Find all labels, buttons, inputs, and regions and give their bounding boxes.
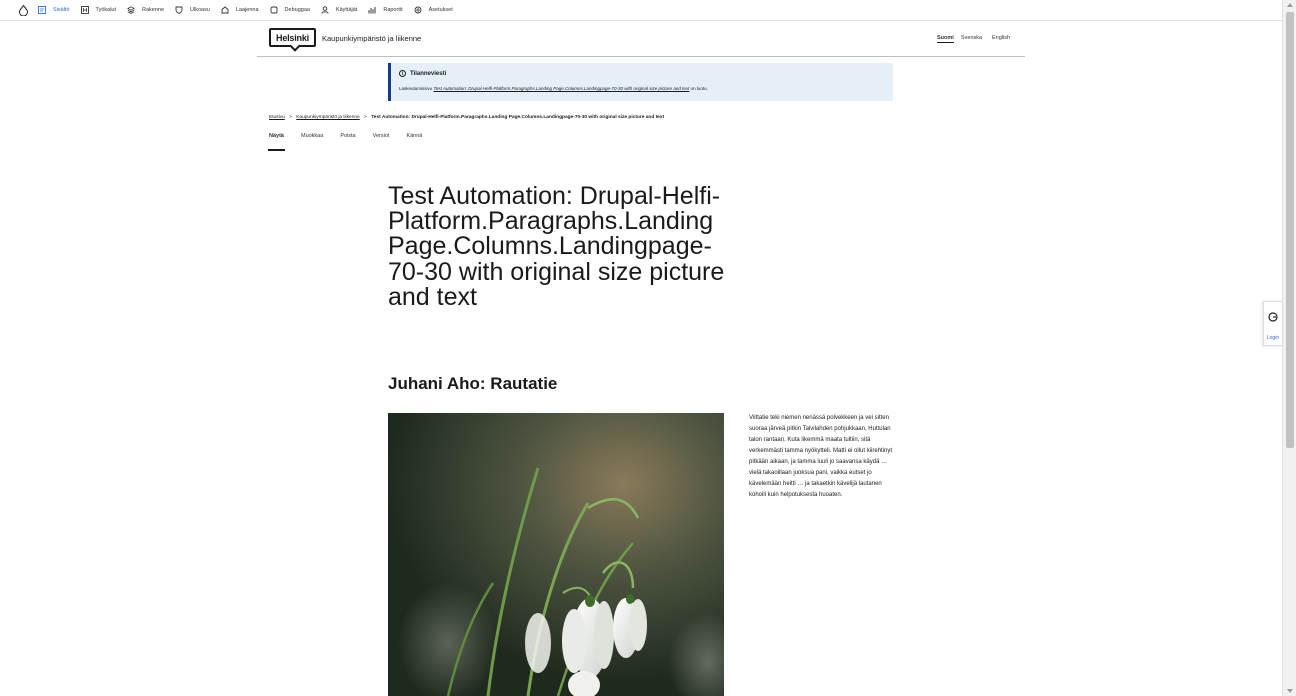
status-link[interactable]: Test Automation: Drupal-Helfi-Platform.P… bbox=[434, 86, 690, 91]
column-text: Viittatie teki niemen nenässä polvekkeen… bbox=[749, 415, 893, 498]
drupal-drop-icon[interactable] bbox=[16, 3, 30, 17]
tools-icon bbox=[80, 6, 89, 14]
site-header: Helsinki Kaupunkiympäristö ja liikenne S… bbox=[257, 22, 1025, 57]
breadcrumb-current: Test Automation: Drupal-Helfi-Platform.P… bbox=[371, 115, 665, 120]
content-icon bbox=[38, 6, 46, 14]
breadcrumb-section[interactable]: Kaupunkiympäristö ja liikenne bbox=[296, 115, 359, 120]
snowdrop-image bbox=[388, 413, 724, 696]
structure-icon bbox=[127, 6, 135, 14]
local-tabs: Näytä Muokkaa Poista Versiot Kännä bbox=[268, 131, 438, 151]
column-subtitle: Juhani Aho: Rautatie bbox=[388, 374, 558, 393]
toolbar-item-extend[interactable]: Laajenna bbox=[221, 6, 259, 14]
admin-toolbar: Sisältö Työkalut Rakenne Ulkoasu Laajenna Deb… bbox=[0, 0, 1282, 21]
toolbar-item-label: Ulkoasu bbox=[190, 7, 210, 13]
toolbar-item-debug[interactable]: Debuggaa bbox=[270, 6, 310, 14]
toolbar-item-reports[interactable]: Raportit bbox=[368, 6, 403, 14]
debug-icon bbox=[270, 6, 278, 14]
toolbar-item-label: Käyttäjät bbox=[335, 7, 358, 13]
tab-translate[interactable]: Kännä bbox=[405, 131, 423, 151]
toolbar-item-label: Raportit bbox=[383, 7, 403, 13]
helsinki-logo[interactable]: Helsinki bbox=[269, 28, 316, 47]
status-title: Tilanneviesti bbox=[410, 70, 447, 77]
appearance-icon bbox=[175, 6, 183, 14]
toolbar-item-label: Debuggaa bbox=[284, 7, 310, 13]
user-circle-icon[interactable] bbox=[1268, 309, 1278, 327]
toolbar-item-appearance[interactable]: Ulkoasu bbox=[175, 6, 210, 14]
toolbar-item-tools[interactable]: Työkalut bbox=[80, 6, 116, 14]
toolbar-item-label: Asetukset bbox=[428, 7, 453, 13]
tab-revisions[interactable]: Versiot bbox=[372, 131, 391, 151]
toolbar-item-label: Työkalut bbox=[95, 7, 116, 13]
login-widget[interactable]: Login bbox=[1263, 301, 1282, 346]
tab-view[interactable]: Näytä bbox=[268, 131, 285, 151]
breadcrumb-separator: > bbox=[364, 115, 367, 120]
toolbar-item-people[interactable]: Käyttäjät bbox=[321, 6, 357, 14]
toolbar-item-content[interactable]: Sisältö bbox=[38, 6, 70, 14]
language-sv[interactable]: Svenska bbox=[961, 35, 982, 41]
tab-edit[interactable]: Muokkaa bbox=[300, 131, 324, 151]
people-icon bbox=[321, 6, 329, 14]
login-label[interactable]: Login bbox=[1267, 335, 1279, 341]
site-name[interactable]: Kaupunkiympäristö ja liikenne bbox=[322, 34, 421, 43]
config-icon bbox=[414, 6, 422, 14]
tab-delete[interactable]: Poista bbox=[339, 131, 356, 151]
info-icon: i bbox=[399, 70, 406, 77]
status-message: i Tilanneviesti Laskeutumissivu Test Aut… bbox=[388, 63, 893, 101]
page-scrollbar[interactable] bbox=[1282, 0, 1296, 696]
toolbar-item-label: Sisältö bbox=[53, 7, 70, 13]
page-title: Test Automation: Drupal-Helfi-Platform.P… bbox=[388, 182, 725, 311]
scroll-up-icon[interactable] bbox=[1287, 3, 1293, 7]
status-text: Laskeutumissivu Test Automation: Drupal-… bbox=[399, 86, 708, 91]
extend-icon bbox=[221, 6, 229, 14]
language-en[interactable]: English bbox=[992, 35, 1010, 41]
breadcrumb-separator: > bbox=[289, 115, 292, 120]
toolbar-item-label: Rakenne bbox=[142, 7, 165, 13]
breadcrumb: Etusivu > Kaupunkiympäristö ja liikenne … bbox=[269, 115, 664, 120]
toolbar-item-label: Laajenna bbox=[235, 7, 259, 13]
language-fi[interactable]: Suomi bbox=[937, 35, 954, 43]
breadcrumb-home[interactable]: Etusivu bbox=[269, 115, 285, 120]
scroll-down-icon[interactable] bbox=[1287, 689, 1293, 693]
toolbar-item-structure[interactable]: Rakenne bbox=[127, 6, 164, 14]
scroll-thumb[interactable] bbox=[1286, 12, 1294, 448]
reports-icon bbox=[368, 6, 376, 14]
toolbar-item-config[interactable]: Asetukset bbox=[414, 6, 453, 14]
